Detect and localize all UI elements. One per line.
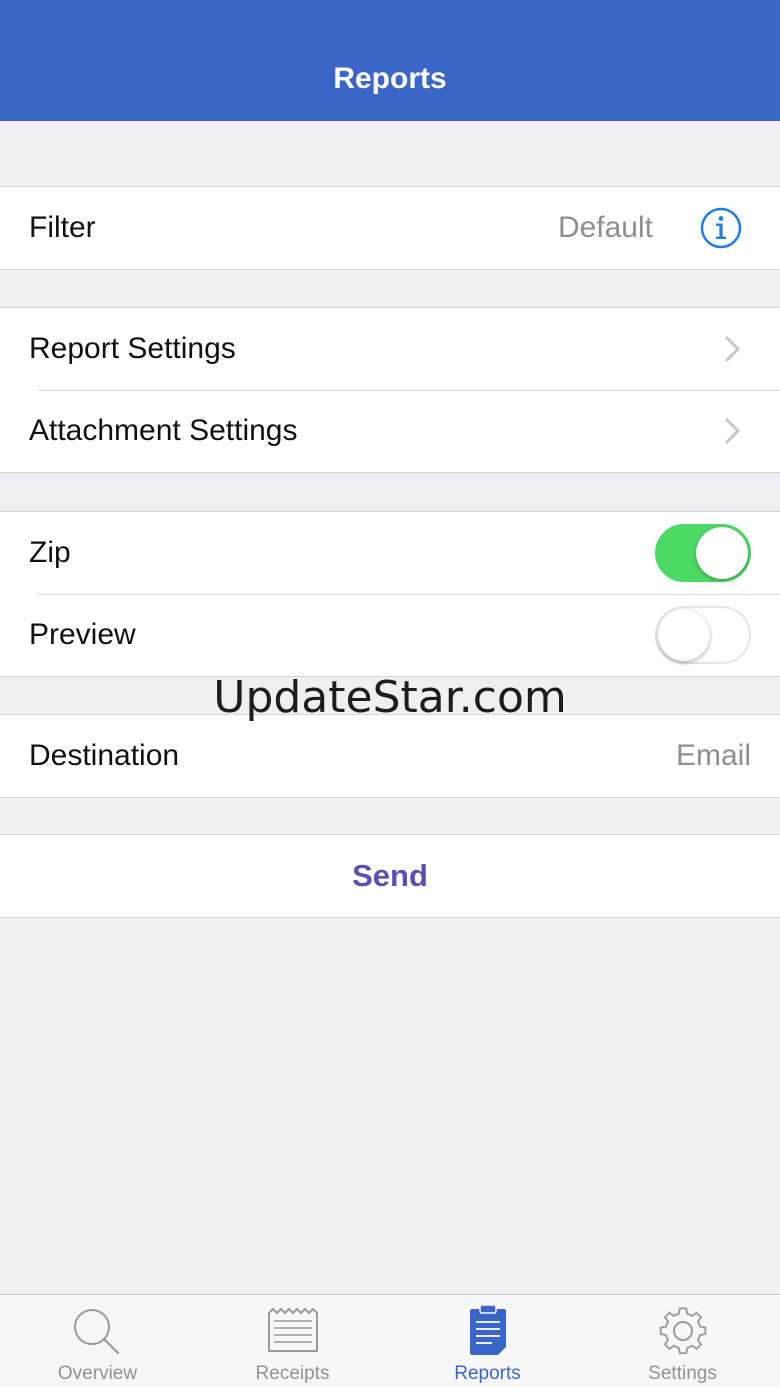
filter-value: Default xyxy=(557,211,653,244)
attachment-settings-label: Attachment Settings xyxy=(29,414,298,447)
tab-overview[interactable]: Overview xyxy=(0,1295,195,1387)
chevron-right-icon xyxy=(725,336,740,362)
preview-label: Preview xyxy=(29,618,136,651)
report-settings-row[interactable]: Report Settings xyxy=(0,308,780,390)
tab-label: Reports xyxy=(454,1363,521,1384)
send-label: Send xyxy=(352,858,428,893)
send-group: Send xyxy=(0,834,780,918)
filter-row[interactable]: Filter Default xyxy=(0,187,780,269)
search-icon xyxy=(73,1309,119,1355)
toggle-knob xyxy=(696,527,748,579)
zip-toggle[interactable] xyxy=(655,524,751,582)
options-group: Zip Preview xyxy=(0,511,780,677)
toggle-knob xyxy=(658,609,710,661)
gear-icon xyxy=(659,1307,706,1355)
tab-label: Settings xyxy=(648,1363,717,1384)
filter-group: Filter Default xyxy=(0,186,780,270)
zip-label: Zip xyxy=(29,536,71,569)
page-title: Reports xyxy=(333,62,447,95)
attachment-settings-row[interactable]: Attachment Settings xyxy=(0,390,780,472)
zip-row: Zip xyxy=(0,512,780,594)
report-settings-label: Report Settings xyxy=(29,332,236,365)
report-clipboard-icon xyxy=(469,1304,506,1355)
send-button[interactable]: Send xyxy=(0,835,780,917)
destination-label: Destination xyxy=(29,739,180,772)
navigation-bar: Reports xyxy=(0,0,780,121)
preview-row: Preview xyxy=(0,594,780,676)
tab-receipts[interactable]: Receipts xyxy=(195,1295,390,1387)
filter-label: Filter xyxy=(29,211,96,244)
tab-label: Overview xyxy=(57,1363,138,1384)
preview-toggle[interactable] xyxy=(655,606,751,664)
tab-bar: Overview Receipts Reports Settings xyxy=(0,1294,780,1387)
chevron-right-icon xyxy=(725,418,740,444)
tab-reports[interactable]: Reports xyxy=(390,1295,585,1387)
watermark: UpdateStar.com xyxy=(213,672,567,723)
receipt-icon xyxy=(267,1308,318,1352)
tab-label: Receipts xyxy=(255,1363,330,1384)
info-icon[interactable] xyxy=(700,207,742,249)
tab-settings[interactable]: Settings xyxy=(585,1295,780,1387)
destination-row[interactable]: Destination Email xyxy=(0,715,780,797)
destination-value: Email xyxy=(675,739,751,772)
settings-group: Report Settings Attachment Settings xyxy=(0,307,780,473)
destination-group: Destination Email xyxy=(0,714,780,798)
